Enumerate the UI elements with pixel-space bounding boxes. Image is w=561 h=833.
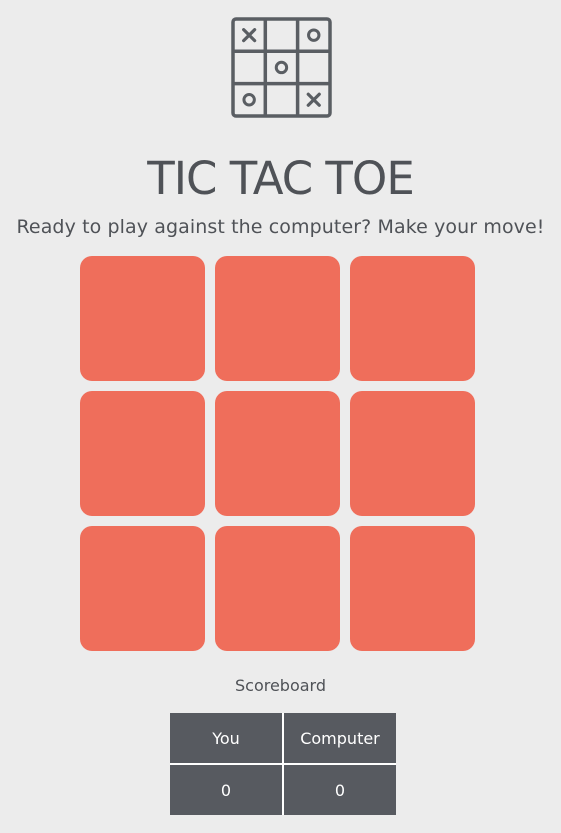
tic-tac-toe-logo-icon bbox=[231, 17, 332, 118]
board-cell-3[interactable] bbox=[350, 256, 475, 381]
page-title: TIC TAC TOE bbox=[147, 152, 415, 205]
score-computer: 0 bbox=[282, 763, 396, 815]
score-you: 0 bbox=[170, 763, 284, 815]
board-cell-5[interactable] bbox=[215, 391, 340, 516]
logo-o-mark bbox=[274, 60, 289, 75]
game-board bbox=[80, 256, 475, 651]
scoreboard-header-you: You bbox=[170, 713, 284, 765]
game-page: TIC TAC TOE Ready to play against the co… bbox=[0, 0, 561, 833]
board-cell-9[interactable] bbox=[350, 526, 475, 651]
logo-x-mark bbox=[242, 28, 257, 43]
board-cell-2[interactable] bbox=[215, 256, 340, 381]
scoreboard-label: Scoreboard bbox=[234, 676, 326, 695]
board-cell-4[interactable] bbox=[80, 391, 205, 516]
board-cell-8[interactable] bbox=[215, 526, 340, 651]
scoreboard-table: You Computer 0 0 bbox=[170, 713, 396, 815]
logo-x-mark bbox=[306, 92, 321, 107]
page-subtitle: Ready to play against the computer? Make… bbox=[16, 216, 545, 238]
board-cell-7[interactable] bbox=[80, 526, 205, 651]
logo-o-mark bbox=[242, 93, 256, 107]
board-cell-1[interactable] bbox=[80, 256, 205, 381]
scoreboard-header-computer: Computer bbox=[282, 713, 396, 765]
scoreboard-score-row: 0 0 bbox=[170, 763, 396, 815]
logo-o-mark bbox=[307, 28, 321, 42]
board-cell-6[interactable] bbox=[350, 391, 475, 516]
scoreboard-header-row: You Computer bbox=[170, 713, 396, 765]
